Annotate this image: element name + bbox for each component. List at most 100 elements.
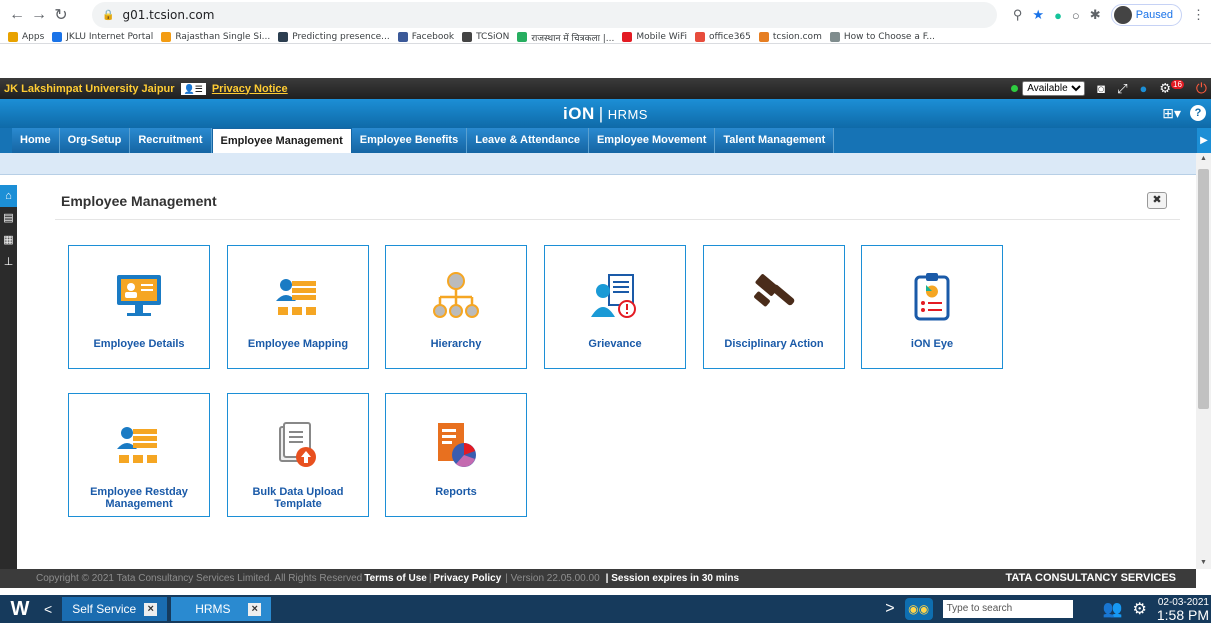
tile-grievance[interactable]: Grievance <box>544 245 686 369</box>
bookmark-item[interactable]: office365 <box>695 32 751 42</box>
location-icon[interactable]: ⚲ <box>1013 7 1023 23</box>
extension-circle-icon[interactable]: ○ <box>1072 8 1080 23</box>
org-chart-icon[interactable]: ⊥ <box>0 251 17 273</box>
address-row: ← → ↻ 🔒 g01.tcsion.com ⚲ ★ ● ○ ✱ Paused … <box>0 0 1211 30</box>
presentation-icon[interactable]: ▦ <box>0 229 17 251</box>
employee-restday-icon <box>110 416 168 474</box>
vertical-scrollbar[interactable]: ▲ ▼ <box>1196 153 1211 569</box>
tab-employee-benefits[interactable]: Employee Benefits <box>351 128 468 153</box>
back-icon[interactable]: ← <box>6 4 28 26</box>
taskbar-right-arrow-icon[interactable]: > <box>885 600 894 618</box>
close-icon[interactable]: × <box>144 602 158 616</box>
forward-icon[interactable]: → <box>28 4 50 26</box>
notifications-icon[interactable]: ⚙ 16 <box>1159 80 1184 96</box>
bookmark-item[interactable]: Apps <box>8 32 44 42</box>
grievance-icon <box>586 268 644 326</box>
bookmark-item[interactable]: राजस्थान में चित्रकला |... <box>517 31 614 44</box>
tab-home[interactable]: Home <box>12 128 60 153</box>
puzzle-icon[interactable]: ✱ <box>1090 7 1101 23</box>
privacy-policy-link[interactable]: Privacy Policy <box>433 573 501 584</box>
university-bar: JK Lakshimpat University Jaipur 👤☰ Priva… <box>0 78 1211 99</box>
close-icon[interactable]: × <box>248 602 262 616</box>
tab-employee-movement[interactable]: Employee Movement <box>588 128 716 153</box>
bookmark-label: tcsion.com <box>772 32 822 42</box>
bookmark-item[interactable]: TCSiON <box>462 32 509 42</box>
bookmark-favicon-icon <box>758 32 769 42</box>
w-logo-icon[interactable]: W <box>6 595 34 623</box>
tile-disciplinary-action[interactable]: Disciplinary Action <box>703 245 845 369</box>
bookmark-item[interactable]: Facebook <box>397 32 455 42</box>
employee-details-icon <box>110 268 168 326</box>
privacy-notice-link[interactable]: Privacy Notice <box>212 83 288 95</box>
tile-employee-details[interactable]: Employee Details <box>68 245 210 369</box>
url-bar[interactable]: 🔒 g01.tcsion.com <box>92 2 997 28</box>
notification-count-badge: 16 <box>1171 80 1184 90</box>
tab-employee-management[interactable]: Employee Management <box>211 128 352 153</box>
bookmark-item[interactable]: Rajasthan Single Si... <box>161 32 270 42</box>
chatbot-icon[interactable]: ◉◉ <box>904 598 933 620</box>
bookmark-label: Facebook <box>411 32 455 42</box>
tile-label: Employee Details <box>93 338 185 350</box>
bookmark-item[interactable]: Mobile WiFi <box>622 32 687 42</box>
taskbar-tab-self-service[interactable]: Self Service × <box>62 597 168 621</box>
bookmark-label: Mobile WiFi <box>636 32 687 42</box>
grammarly-icon[interactable]: ● <box>1054 8 1062 23</box>
availability: Available <box>1011 81 1086 96</box>
tab-org-setup[interactable]: Org-Setup <box>59 128 131 153</box>
settings-gear-icon[interactable]: ⚙ <box>1133 599 1147 619</box>
bookmark-item[interactable]: tcsion.com <box>758 32 822 42</box>
bookmark-item[interactable]: Predicting presence... <box>278 32 390 42</box>
paused-label: Paused <box>1135 9 1173 21</box>
tile-hierarchy[interactable]: Hierarchy <box>385 245 527 369</box>
apps-grid-icon[interactable]: ⊞▾ <box>1162 105 1181 122</box>
tile-employee-restday-management[interactable]: Employee Restday Management <box>68 393 210 517</box>
power-icon[interactable]: ⏻ <box>1196 80 1207 97</box>
bookmark-label: TCSiON <box>476 32 510 42</box>
taskbar-tab-label: Self Service <box>72 602 137 616</box>
reload-icon[interactable]: ↻ <box>50 4 72 26</box>
tab-talent-management[interactable]: Talent Management <box>715 128 835 153</box>
tab-leave-attendance[interactable]: Leave & Attendance <box>467 128 589 153</box>
bookmark-item[interactable]: JKLU Internet Portal <box>52 32 153 42</box>
taskbar-search-input[interactable]: Type to search <box>942 600 1073 618</box>
tile-ion-eye[interactable]: iON Eye <box>861 245 1003 369</box>
bookmark-item[interactable]: How to Choose a F... <box>829 32 935 42</box>
star-icon[interactable]: ★ <box>1032 7 1044 23</box>
bookmark-favicon-icon <box>829 32 840 42</box>
profile-paused-button[interactable]: Paused <box>1110 4 1182 26</box>
tile-employee-mapping[interactable]: Employee Mapping <box>227 245 369 369</box>
url-text: g01.tcsion.com <box>122 8 215 22</box>
desktop-icon[interactable]: ▤ <box>0 207 17 229</box>
tools-button[interactable]: ✖ <box>1147 192 1167 209</box>
browser-actions: ⚲ ★ ● ○ ✱ Paused ⋮ <box>1013 4 1205 26</box>
taskbar-tab-hrms[interactable]: HRMS × <box>171 597 272 621</box>
tile-label: Employee Restday Management <box>90 486 188 510</box>
tabs-scroll-right-icon[interactable]: ▶ <box>1197 128 1211 153</box>
bookmark-favicon-icon <box>8 32 18 42</box>
hierarchy-icon <box>427 268 485 326</box>
people-icon[interactable]: 👥 <box>1103 599 1123 619</box>
bookmark-label: JKLU Internet Portal <box>66 32 154 42</box>
scroll-up-icon[interactable]: ▲ <box>1196 153 1211 165</box>
tile-bulk-data-upload-template[interactable]: Bulk Data Upload Template <box>227 393 369 517</box>
camera-icon[interactable]: ◙ <box>1097 81 1105 96</box>
id-card-icon[interactable]: 👤☰ <box>180 82 206 95</box>
upload-icon <box>269 416 327 474</box>
scroll-thumb[interactable] <box>1198 169 1209 409</box>
availability-select[interactable]: Available <box>1022 81 1086 96</box>
menu-kebab-icon[interactable]: ⋮ <box>1192 7 1205 23</box>
taskbar-left-arrow-icon[interactable]: < <box>44 601 52 617</box>
scroll-down-icon[interactable]: ▼ <box>1196 557 1211 569</box>
terms-link[interactable]: Terms of Use <box>364 573 427 584</box>
expand-icon[interactable]: ⤢ <box>1117 81 1127 97</box>
tile-reports[interactable]: Reports <box>385 393 527 517</box>
gavel-icon <box>745 268 803 326</box>
bookmark-label: राजस्थान में चित्रकला |... <box>531 33 615 44</box>
sub-bar <box>0 153 1196 175</box>
brand-logo: iON | HRMS <box>563 103 648 123</box>
help-circle-icon[interactable]: ? <box>1190 105 1206 121</box>
home-icon[interactable]: ⌂ <box>0 185 17 207</box>
tab-recruitment[interactable]: Recruitment <box>130 128 212 153</box>
help-icon[interactable]: ● <box>1140 81 1148 96</box>
avatar <box>1113 6 1132 24</box>
